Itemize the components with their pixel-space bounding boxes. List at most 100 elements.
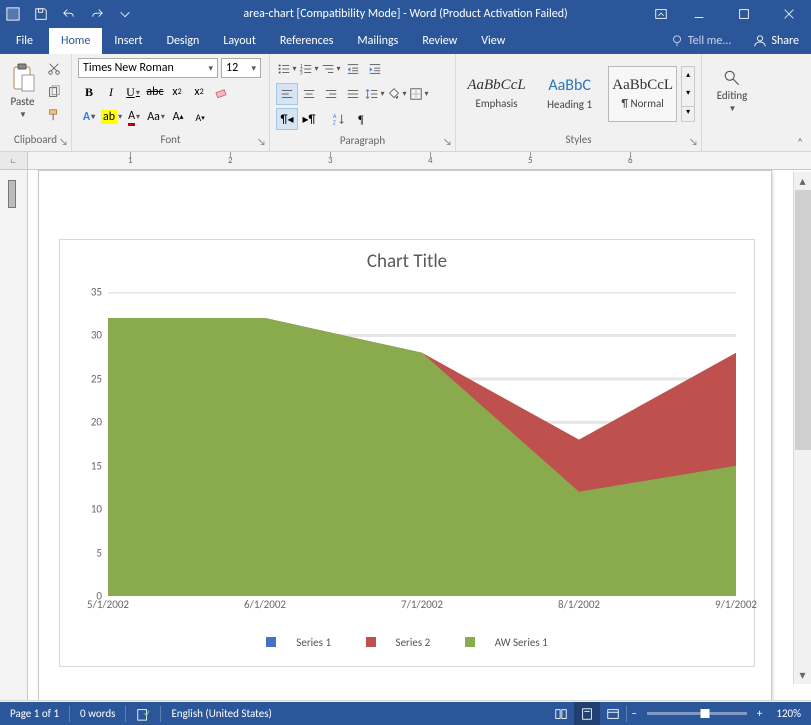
zoom-out-button[interactable]: −	[627, 702, 640, 725]
style-normal[interactable]: AaBbCcL ¶ Normal	[608, 66, 677, 122]
strikethrough-button[interactable]: abc	[144, 81, 166, 103]
scroll-thumb[interactable]	[795, 190, 811, 450]
status-words[interactable]: 0 words	[70, 702, 125, 725]
change-case-button[interactable]: Aa▾	[145, 106, 167, 128]
group-editing: Editing ▼	[702, 54, 762, 151]
tab-mailings[interactable]: Mailings	[345, 28, 410, 54]
group-styles: AaBbCcL Emphasis AaBbC Heading 1 AaBbCcL…	[456, 54, 702, 151]
font-color-button[interactable]: A▾	[123, 106, 145, 128]
text-effects-button[interactable]: A▾	[78, 106, 100, 128]
bold-button[interactable]: B	[78, 81, 100, 103]
subscript-button[interactable]: x2	[166, 81, 188, 103]
rtl-button[interactable]: ▸¶	[298, 108, 320, 130]
styles-dialog-launcher[interactable]: ↘	[689, 135, 698, 149]
align-center-button[interactable]	[298, 83, 320, 105]
justify-icon	[346, 87, 360, 101]
x-tick: 6/1/2002	[244, 598, 286, 611]
status-page[interactable]: Page 1 of 1	[0, 702, 69, 725]
redo-icon[interactable]	[86, 3, 108, 25]
tab-file[interactable]: File	[0, 28, 49, 54]
ruler-horizontal[interactable]: 1 2 3 4 5 6	[28, 152, 811, 170]
person-icon	[753, 34, 767, 48]
save-icon[interactable]	[30, 3, 52, 25]
qat-customize-icon[interactable]	[114, 3, 136, 25]
legend-item: AW Series 1	[457, 636, 556, 649]
font-dialog-launcher[interactable]: ↘	[257, 135, 266, 149]
line-spacing-button[interactable]: ▾	[364, 83, 386, 105]
justify-button[interactable]	[342, 83, 364, 105]
align-left-button[interactable]	[276, 83, 298, 105]
paste-button[interactable]: Paste ▼	[6, 58, 39, 124]
view-web-layout[interactable]	[600, 702, 626, 725]
tab-insert[interactable]: Insert	[102, 28, 154, 54]
ribbon-display-options-icon[interactable]	[646, 0, 676, 28]
tab-view[interactable]: View	[469, 28, 517, 54]
tab-references[interactable]: References	[268, 28, 346, 54]
zoom-slider-thumb[interactable]	[700, 709, 709, 718]
increase-indent-icon	[368, 62, 382, 76]
styles-gallery-scroll[interactable]: ▴ ▾ ▾	[681, 66, 695, 122]
maximize-button[interactable]	[721, 0, 766, 28]
style-sample: AaBbCcL	[467, 77, 525, 94]
italic-button[interactable]: I	[100, 81, 122, 103]
tab-layout[interactable]: Layout	[211, 28, 268, 54]
underline-button[interactable]: U▾	[122, 81, 144, 103]
shrink-font-button[interactable]: A▾	[189, 106, 211, 128]
y-tick: 15	[91, 459, 102, 472]
view-read-mode[interactable]	[548, 702, 574, 725]
status-language[interactable]: English (United States)	[161, 702, 281, 725]
document-scroll[interactable]: Chart Title 0 5 10 15 20 25 30 35	[28, 170, 811, 700]
superscript-button[interactable]: x2	[188, 81, 210, 103]
ruler-margin-handle[interactable]	[8, 180, 16, 208]
share-button[interactable]: Share	[741, 34, 811, 48]
tell-me-search[interactable]: Tell me...	[660, 34, 742, 48]
decrease-indent-icon	[346, 62, 360, 76]
zoom-level[interactable]: 120%	[766, 702, 811, 725]
y-tick: 20	[91, 416, 102, 429]
align-right-button[interactable]	[320, 83, 342, 105]
zoom-in-button[interactable]: +	[753, 702, 766, 725]
show-marks-button[interactable]: ¶	[350, 108, 372, 130]
shading-button[interactable]: ▾	[386, 83, 408, 105]
scroll-down-button[interactable]: ▾	[794, 666, 811, 684]
tab-design[interactable]: Design	[155, 28, 212, 54]
decrease-indent-button[interactable]	[342, 58, 364, 80]
scrollbar-vertical[interactable]: ▴ ▾	[793, 172, 811, 684]
paragraph-dialog-launcher[interactable]: ↘	[443, 135, 452, 149]
copy-button[interactable]	[43, 81, 65, 103]
clear-formatting-button[interactable]	[210, 81, 232, 103]
status-proofing[interactable]	[126, 702, 160, 725]
bullets-button[interactable]: ▾	[276, 58, 298, 80]
font-size-select[interactable]: 12▾	[221, 58, 261, 78]
collapse-ribbon-button[interactable]: ˄	[793, 134, 807, 151]
font-name-select[interactable]: Times New Roman▾	[78, 58, 218, 78]
editing-button[interactable]: Editing ▼	[712, 58, 752, 124]
ltr-button[interactable]: ¶◂	[276, 108, 298, 130]
ruler-row: ∟ 1 2 3 4 5 6	[0, 152, 811, 170]
style-heading1[interactable]: AaBbC Heading 1	[535, 66, 604, 122]
view-print-layout[interactable]	[574, 702, 600, 725]
grow-font-button[interactable]: A▴	[167, 106, 189, 128]
clipboard-dialog-launcher[interactable]: ↘	[59, 135, 68, 149]
x-tick: 9/1/2002	[715, 598, 757, 611]
cut-button[interactable]	[43, 58, 65, 80]
undo-icon[interactable]	[58, 3, 80, 25]
close-button[interactable]	[766, 0, 811, 28]
tab-selector[interactable]: ∟	[0, 152, 28, 170]
align-right-icon	[324, 87, 338, 101]
numbering-button[interactable]: 123▾	[298, 58, 320, 80]
style-emphasis[interactable]: AaBbCcL Emphasis	[462, 66, 531, 122]
ruler-vertical[interactable]	[0, 170, 28, 700]
scroll-up-button[interactable]: ▴	[794, 172, 811, 190]
chart-object[interactable]: Chart Title 0 5 10 15 20 25 30 35	[59, 239, 755, 667]
zoom-slider[interactable]	[647, 712, 747, 715]
format-painter-button[interactable]	[43, 104, 65, 126]
borders-button[interactable]: ▾	[408, 83, 430, 105]
tab-review[interactable]: Review	[410, 28, 469, 54]
highlight-button[interactable]: ab▾	[100, 106, 123, 128]
increase-indent-button[interactable]	[364, 58, 386, 80]
tab-home[interactable]: Home	[49, 28, 102, 54]
minimize-button[interactable]	[676, 0, 721, 28]
multilevel-list-button[interactable]: ▾	[320, 58, 342, 80]
sort-button[interactable]: AZ	[328, 108, 350, 130]
